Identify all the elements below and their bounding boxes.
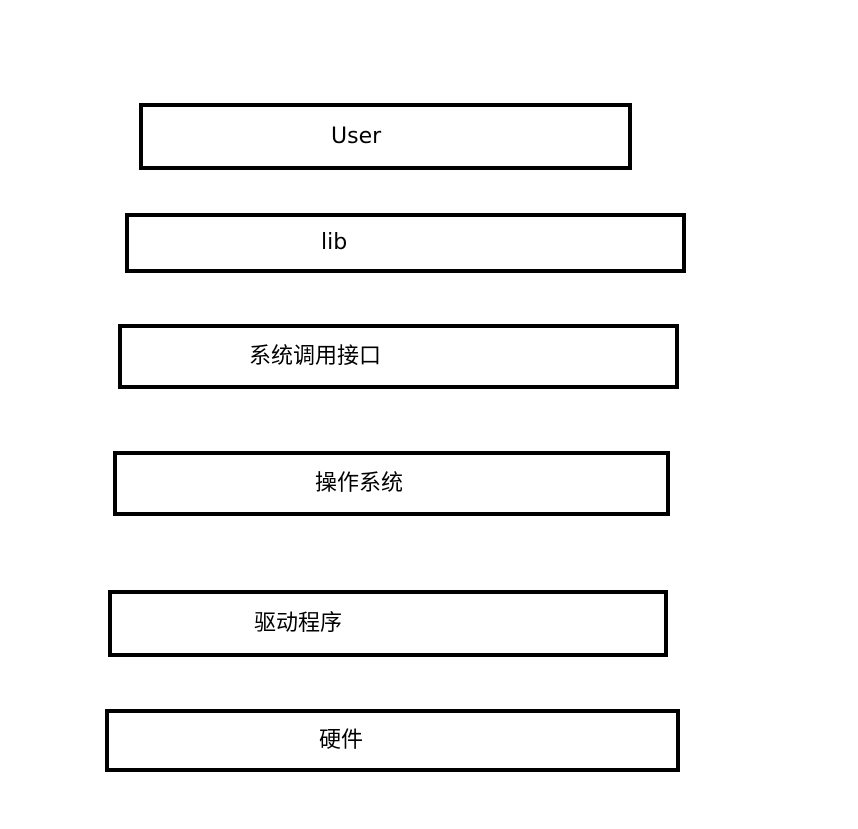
- layer-label-lib: lib: [321, 230, 348, 255]
- layer-label-user: User: [331, 123, 382, 149]
- layer-box-driver: 驱动程序: [108, 590, 668, 657]
- layer-box-operating-system: 操作系统: [113, 451, 670, 516]
- layer-box-hardware: 硬件: [105, 709, 680, 772]
- layer-box-lib: lib: [125, 213, 686, 273]
- layer-label-operating-system: 操作系统: [315, 470, 404, 496]
- layer-label-syscall-interface: 系统调用接口: [249, 343, 382, 369]
- layer-label-hardware: 硬件: [319, 727, 364, 753]
- layer-box-user: User: [139, 103, 632, 170]
- layer-label-driver: 驱动程序: [254, 610, 343, 636]
- layer-box-syscall-interface: 系统调用接口: [118, 324, 679, 389]
